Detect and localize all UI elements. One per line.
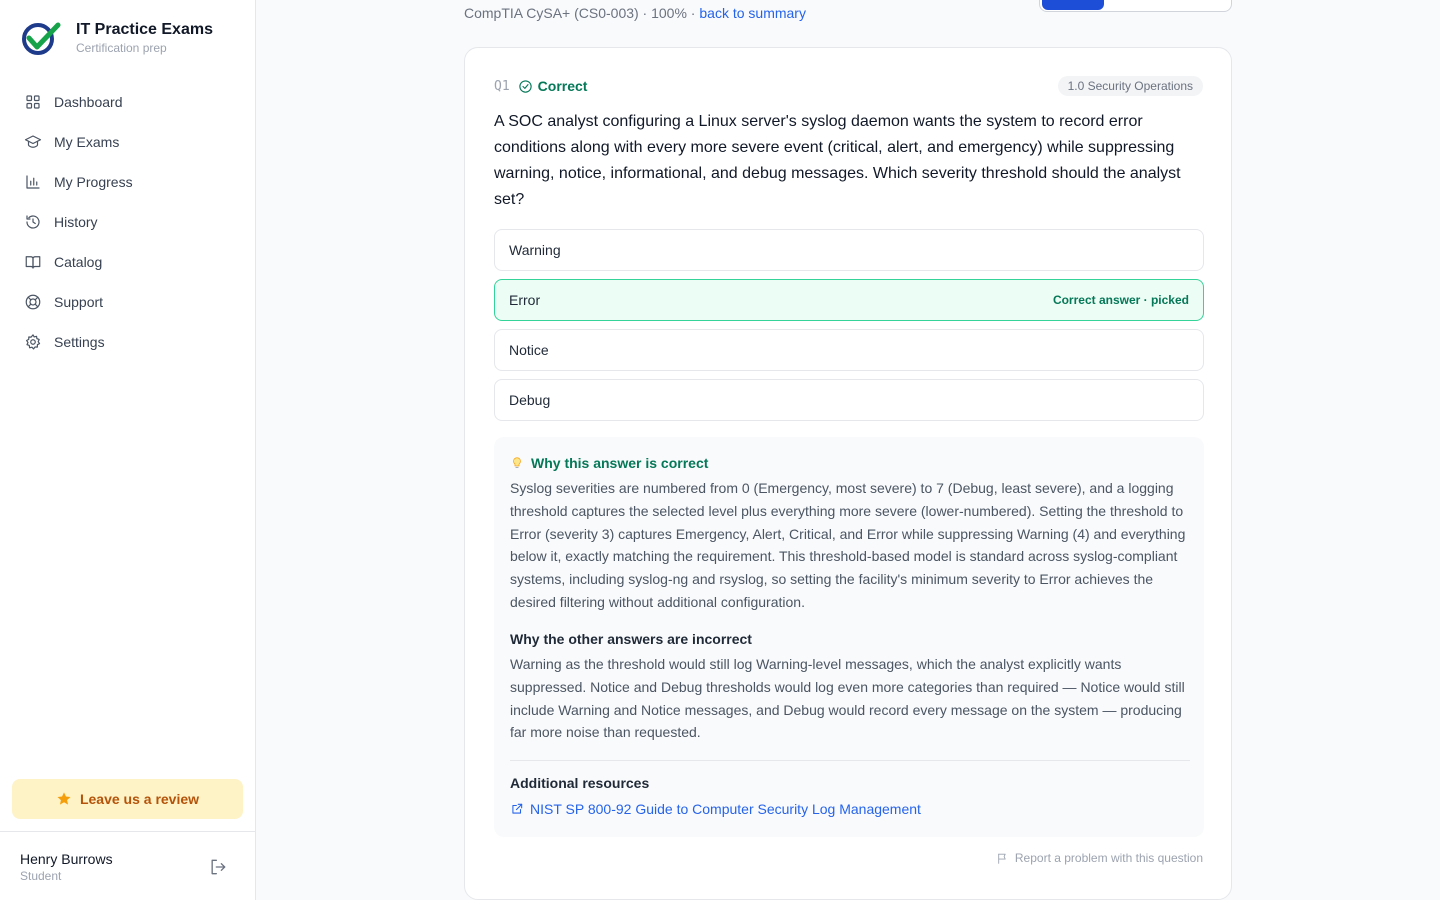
view-toggle-active-segment[interactable] xyxy=(1042,0,1104,10)
resource-link[interactable]: NIST SP 800-92 Guide to Computer Securit… xyxy=(510,801,921,817)
external-link-icon xyxy=(512,803,523,814)
sidebar: IT Practice Exams Certification prep Das… xyxy=(0,0,256,900)
lightbulb-icon xyxy=(513,457,521,468)
flag-icon xyxy=(998,853,1006,864)
user-area: Henry Burrows Student xyxy=(0,831,256,900)
check-badge-logo-icon xyxy=(22,22,61,55)
question-number: Q1 xyxy=(494,78,510,94)
sidebar-item-label: My Progress xyxy=(54,174,133,190)
view-toggle[interactable] xyxy=(1039,0,1232,12)
brand-subtitle: Certification prep xyxy=(76,41,167,55)
report-label: Report a problem with this question xyxy=(1014,851,1203,865)
sidebar-item-label: Dashboard xyxy=(54,94,123,110)
domain-badge: 1.0 Security Operations xyxy=(1057,76,1203,96)
divider xyxy=(510,760,1190,761)
correct-answer-tag: Correct answer · picked xyxy=(1052,293,1189,307)
sidebar-item-label: My Exams xyxy=(54,134,120,150)
resources-heading: Additional resources xyxy=(510,775,650,791)
bar-chart-icon xyxy=(26,175,40,189)
user-name: Henry Burrows xyxy=(20,851,113,867)
explanation-panel: Why this answer is correct Syslog severi… xyxy=(494,437,1204,837)
correct-explanation-heading: Why this answer is correct xyxy=(510,455,708,471)
check-circle-icon xyxy=(518,79,532,93)
incorrect-explanation-text: Warning as the threshold would still log… xyxy=(510,656,1185,741)
sidebar-item-history[interactable]: History xyxy=(12,202,244,242)
history-icon xyxy=(26,215,40,229)
sidebar-item-my-progress[interactable]: My Progress xyxy=(12,162,244,202)
leave-review-label: Leave us a review xyxy=(79,791,200,807)
exam-info: CompTIA CySA+ (CS0-003) · 100% · xyxy=(464,5,700,21)
question-card: Q1 Correct 1.0 Security Operations A SOC… xyxy=(464,47,1232,900)
status-label: Correct xyxy=(537,78,588,94)
option-label: Notice xyxy=(509,342,549,358)
sidebar-item-settings[interactable]: Settings xyxy=(12,322,244,362)
sidebar-item-my-exams[interactable]: My Exams xyxy=(12,122,244,162)
life-buoy-icon xyxy=(25,294,41,310)
option-label: Warning xyxy=(509,242,561,258)
option-label: Error xyxy=(509,292,541,308)
exam-breadcrumb: CompTIA CySA+ (CS0-003) · 100% · back to… xyxy=(464,5,806,21)
question-text: A SOC analyst configuring a Linux server… xyxy=(494,113,1181,208)
report-problem-link[interactable]: Report a problem with this question xyxy=(996,851,1203,865)
gear-icon xyxy=(26,334,41,350)
correct-heading-label: Why this answer is correct xyxy=(531,455,709,471)
answer-option-error[interactable]: Error Correct answer · picked xyxy=(494,279,1204,321)
answer-option-debug[interactable]: Debug xyxy=(494,379,1204,421)
question-header: Q1 Correct xyxy=(494,78,587,94)
sidebar-item-label: History xyxy=(54,214,98,230)
sidebar-item-catalog[interactable]: Catalog xyxy=(12,242,244,282)
sidebar-item-label: Support xyxy=(54,294,104,310)
option-label: Debug xyxy=(509,392,551,408)
brand-title: IT Practice Exams xyxy=(76,21,213,38)
back-to-summary-link[interactable]: back to summary xyxy=(699,5,806,21)
user-role: Student xyxy=(20,869,62,883)
answer-option-notice[interactable]: Notice xyxy=(494,329,1204,371)
book-open-icon xyxy=(25,256,41,269)
sidebar-item-label: Settings xyxy=(54,334,105,350)
graduation-cap-icon xyxy=(24,135,42,148)
resource-link-label: NIST SP 800-92 Guide to Computer Securit… xyxy=(530,801,921,817)
brand[interactable]: IT Practice Exams Certification prep xyxy=(20,20,213,56)
leave-review-button[interactable]: Leave us a review xyxy=(12,779,243,819)
sidebar-nav: Dashboard My Exams My Progress History C… xyxy=(12,82,244,362)
correct-explanation-text: Syslog severities are numbered from 0 (E… xyxy=(510,480,1186,610)
sidebar-item-support[interactable]: Support xyxy=(12,282,244,322)
question-status: Correct xyxy=(518,78,588,94)
incorrect-explanation-heading: Why the other answers are incorrect xyxy=(510,631,752,647)
sidebar-item-label: Catalog xyxy=(54,254,103,270)
answer-option-warning[interactable]: Warning xyxy=(494,229,1204,271)
logout-icon xyxy=(211,859,226,875)
star-icon xyxy=(57,792,71,805)
grid-icon xyxy=(26,95,40,109)
logout-button[interactable] xyxy=(208,857,228,877)
sidebar-item-dashboard[interactable]: Dashboard xyxy=(12,82,244,122)
